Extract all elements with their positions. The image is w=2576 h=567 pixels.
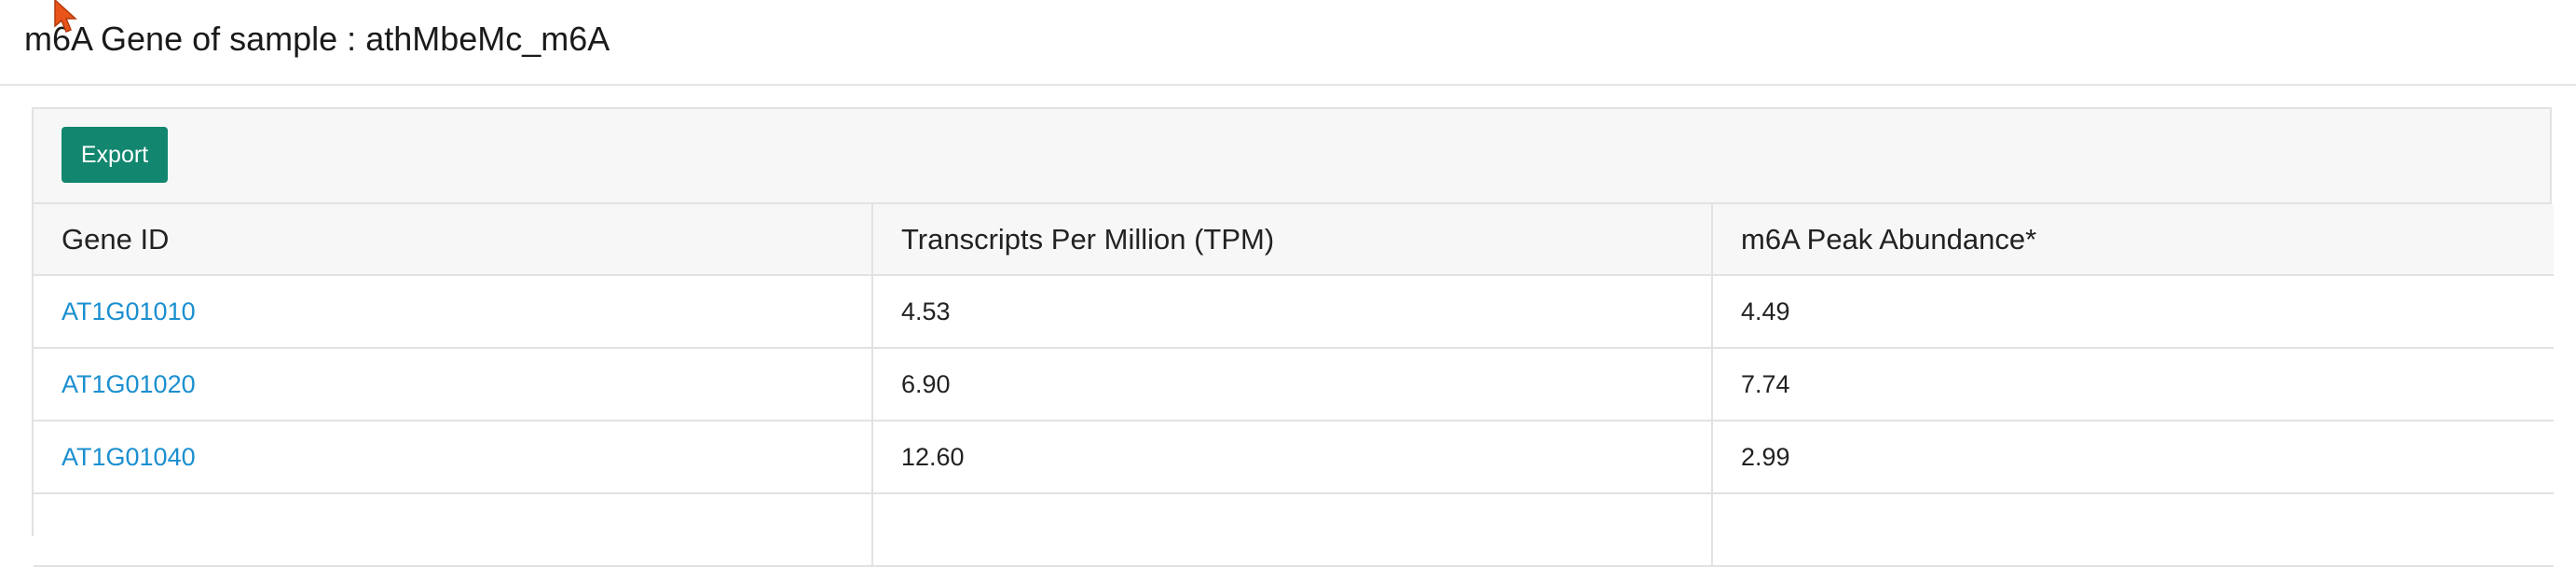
column-header-tpm[interactable]: Transcripts Per Million (TPM) [872,204,1713,276]
gene-id-link[interactable]: AT1G01020 [62,370,196,398]
tpm-cell: 6.90 [872,348,1713,422]
table-toolbar: Export [34,109,2550,204]
table-row [34,493,2554,567]
gene-table-panel: Export Gene ID Transcripts Per Million (… [32,107,2554,567]
gene-id-cell: AT1G01040 [34,421,873,494]
peak-abundance-cell [1712,493,2554,567]
column-header-gene-id[interactable]: Gene ID [34,204,873,276]
mouse-pointer-icon [54,0,77,33]
gene-id-cell: AT1G01010 [34,275,873,349]
gene-id-cell [34,493,873,567]
page-title: m6A Gene of sample : athMbeMc_m6A [24,20,610,58]
table-header-row: Gene ID Transcripts Per Million (TPM) m6… [34,204,2554,276]
gene-id-link[interactable]: AT1G01010 [62,297,196,325]
column-header-peak-abundance[interactable]: m6A Peak Abundance* [1712,204,2554,276]
table-row: AT1G01040 12.60 2.99 [34,421,2554,494]
tpm-cell: 4.53 [872,275,1713,349]
tpm-cell: 12.60 [872,421,1713,494]
tpm-cell [872,493,1713,567]
gene-id-link[interactable]: AT1G01040 [62,443,196,471]
peak-abundance-cell: 7.74 [1712,348,2554,422]
export-button[interactable]: Export [62,127,168,183]
page-header: m6A Gene of sample : athMbeMc_m6A [0,0,2576,86]
gene-id-cell: AT1G01020 [34,348,873,422]
peak-abundance-cell: 4.49 [1712,275,2554,349]
table-row: AT1G01020 6.90 7.74 [34,348,2554,422]
table-row: AT1G01010 4.53 4.49 [34,275,2554,349]
peak-abundance-cell: 2.99 [1712,421,2554,494]
